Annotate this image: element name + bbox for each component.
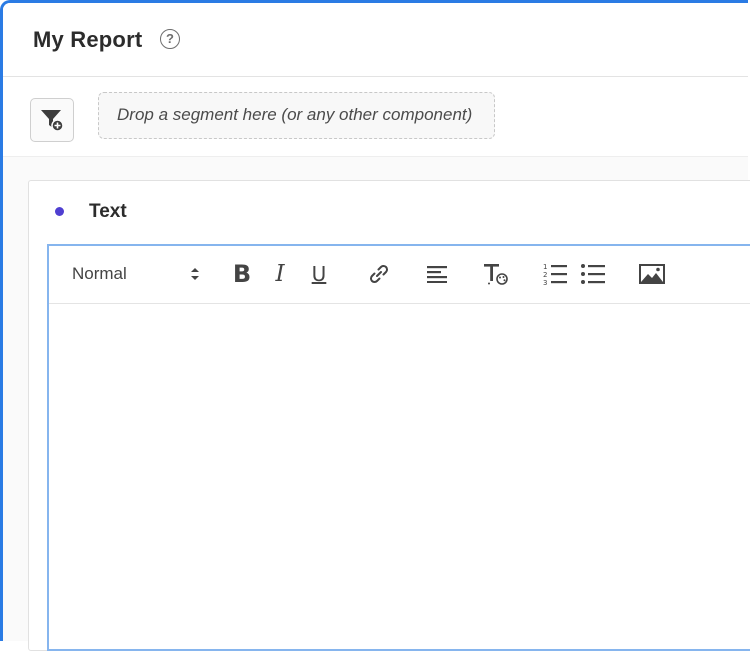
italic-button[interactable]: I (272, 260, 288, 288)
bold-button[interactable]: B (231, 260, 253, 288)
align-button[interactable] (426, 260, 448, 288)
format-select[interactable]: Normal (72, 264, 200, 286)
report-header: My Report ? (3, 3, 748, 77)
panel-title[interactable]: Text (89, 201, 127, 223)
svg-text:3: 3 (543, 279, 547, 286)
page-title: My Report (33, 27, 142, 53)
filter-add-icon (39, 107, 65, 133)
ordered-list-button[interactable]: 1 2 3 (543, 260, 567, 288)
insert-image-button[interactable] (639, 260, 665, 288)
segment-bar: Drop a segment here (or any other compon… (3, 77, 748, 157)
editor-content-area[interactable] (49, 304, 750, 649)
bullet-list-button[interactable] (581, 260, 605, 288)
rich-text-editor[interactable]: Normal B I U (47, 244, 750, 651)
svg-text:2: 2 (543, 271, 547, 279)
help-icon[interactable]: ? (160, 29, 180, 49)
add-filter-button[interactable] (30, 98, 74, 142)
chevron-updown-icon (190, 266, 200, 282)
segment-dropzone[interactable]: Drop a segment here (or any other compon… (98, 92, 495, 139)
underline-button[interactable]: U (308, 260, 330, 288)
align-left-icon (427, 265, 447, 283)
text-color-button[interactable] (482, 260, 510, 288)
ordered-list-icon: 1 2 3 (543, 262, 567, 286)
link-icon (368, 263, 390, 285)
text-color-icon (483, 262, 509, 286)
bullet-list-icon (581, 262, 605, 286)
editor-toolbar: Normal B I U (49, 246, 750, 304)
image-icon (639, 263, 665, 285)
panel-color-dot (55, 207, 64, 216)
format-select-value: Normal (72, 264, 127, 283)
link-button[interactable] (367, 260, 391, 288)
svg-text:1: 1 (543, 263, 547, 271)
